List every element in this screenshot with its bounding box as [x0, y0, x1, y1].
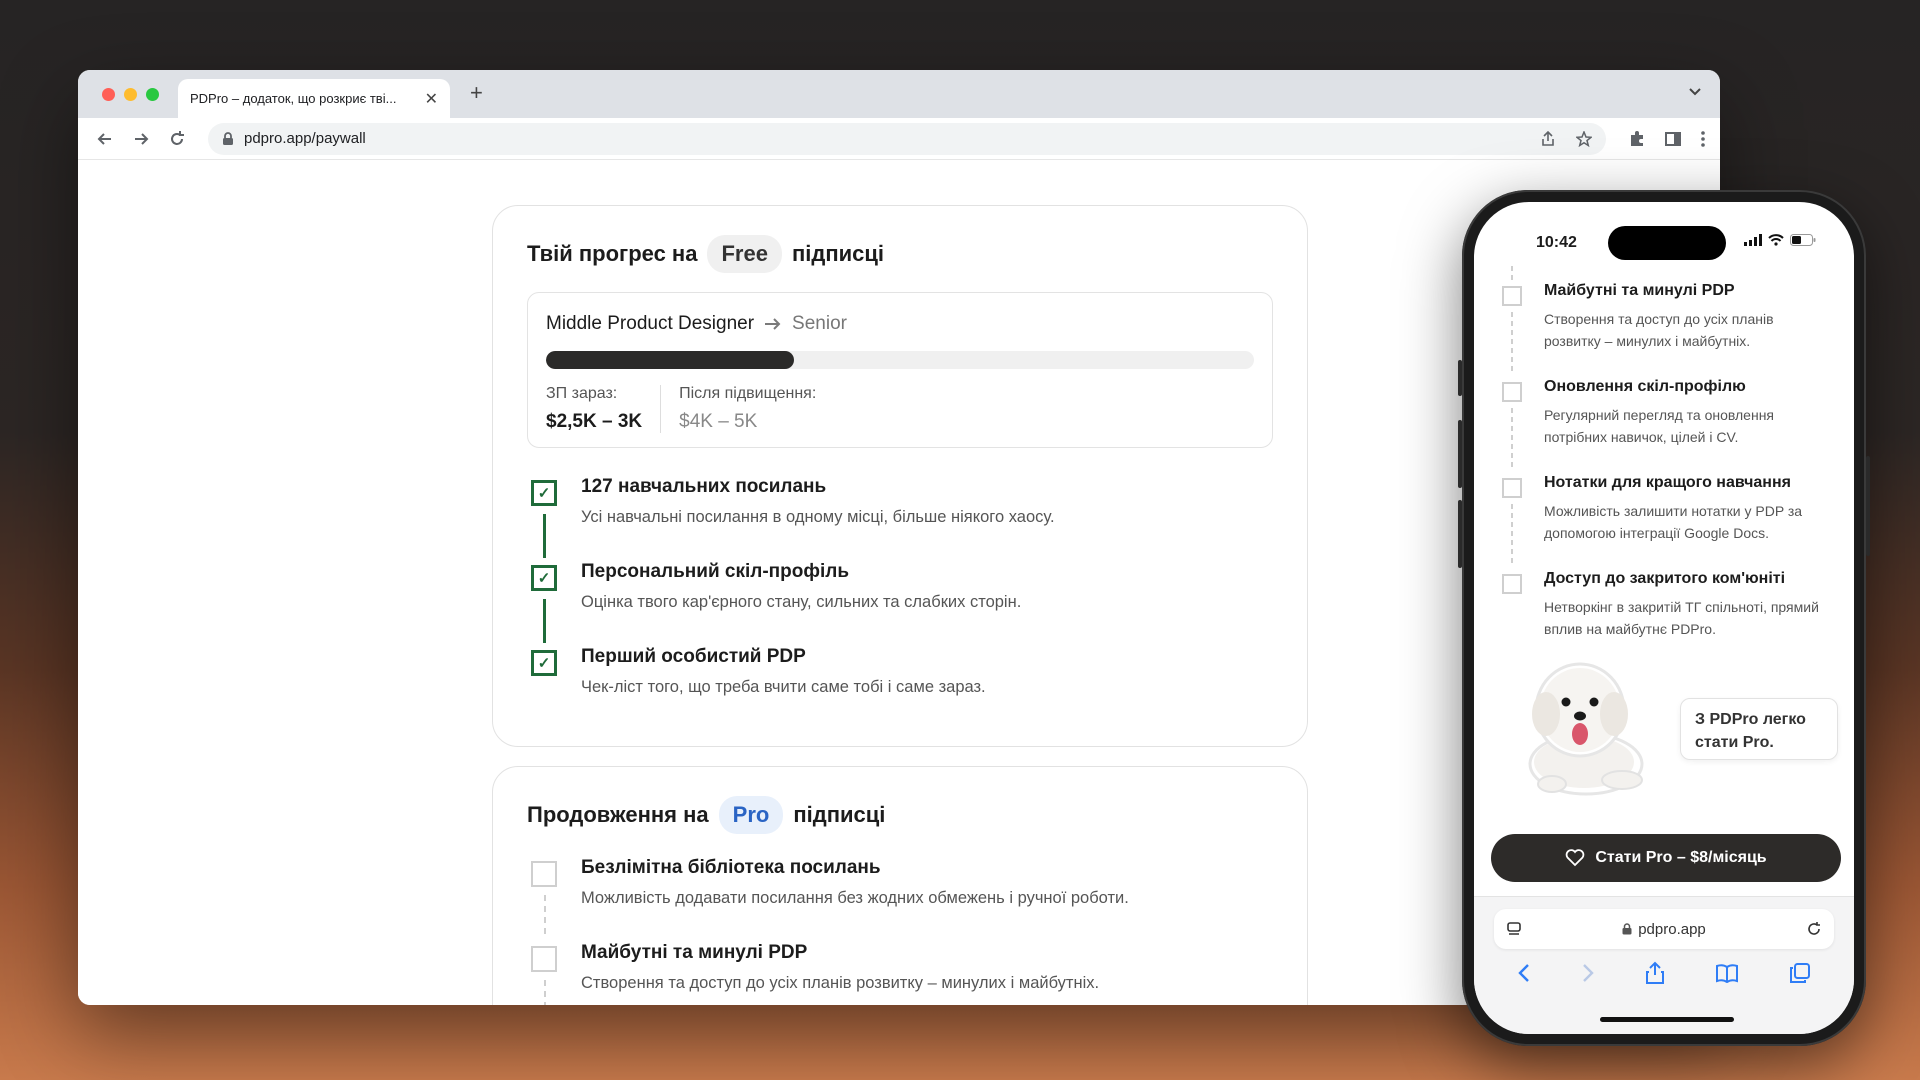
pro-continuation-card: Продовження на Pro підписці Безлімітна б…: [492, 766, 1308, 1005]
share-icon[interactable]: [1540, 130, 1556, 147]
dog-mascot-image: [1528, 662, 1644, 796]
status-bar: 10:42: [1474, 202, 1854, 260]
reload-icon[interactable]: [1806, 921, 1822, 937]
new-tab-icon[interactable]: +: [470, 80, 483, 106]
become-pro-button[interactable]: Стати Pro – $8/місяць: [1491, 834, 1841, 882]
browser-toolbar: pdpro.app/paywall: [78, 118, 1720, 160]
unchecked-checkbox-icon[interactable]: [531, 946, 557, 972]
pro-steps-list: Безлімітна бібліотека посилань Можливіст…: [527, 857, 1273, 1005]
safari-toolbar: pdpro.app: [1474, 896, 1854, 1034]
maximize-window-button[interactable]: [146, 88, 159, 101]
tab-active[interactable]: PDPro – додаток, що розкриє тві... ✕: [178, 79, 450, 118]
list-item: Нотатки для кращого навчання Можливість …: [1474, 474, 1854, 570]
list-item: ✓ Персональний скіл-профіль Оцінка твого…: [527, 561, 1273, 646]
phone-volume-down-button: [1458, 500, 1462, 568]
tabs-icon[interactable]: [1789, 961, 1811, 985]
lock-icon: [1622, 923, 1632, 935]
tab-title: PDPro – додаток, що розкриє тві...: [190, 91, 397, 106]
career-progress-fill: [546, 351, 794, 369]
phone-action-button: [1458, 360, 1462, 396]
dashed-connector: [1511, 408, 1513, 470]
status-time: 10:42: [1536, 234, 1577, 251]
free-card-title: Твій прогрес на Free підписці: [527, 234, 1273, 274]
url-text: pdpro.app/paywall: [244, 130, 366, 147]
page-menu-icon[interactable]: [1506, 921, 1522, 937]
home-indicator: [1600, 1017, 1734, 1022]
phone-pro-steps-list: Майбутні та минулі PDP Створення та дост…: [1474, 266, 1854, 666]
unchecked-checkbox-icon[interactable]: [531, 861, 557, 887]
phone-volume-up-button: [1458, 420, 1462, 488]
list-item: ✓ Перший особистий PDP Чек-ліст того, що…: [527, 646, 1273, 731]
list-item: ✓ 127 навчальних посилань Усі навчальні …: [527, 476, 1273, 561]
tab-bar: PDPro – додаток, що розкриє тві... ✕ +: [78, 70, 1720, 118]
dashed-connector: [1511, 504, 1513, 566]
extensions-icon[interactable]: [1628, 130, 1646, 148]
wifi-icon: [1768, 234, 1784, 246]
window-controls: [102, 88, 159, 101]
unchecked-checkbox-icon[interactable]: [1502, 478, 1522, 498]
salary-after-label: Після підвищення:: [679, 385, 817, 402]
checked-checkbox-icon[interactable]: ✓: [531, 480, 557, 506]
back-icon[interactable]: [1517, 961, 1531, 985]
reload-icon[interactable]: [164, 126, 190, 152]
safari-url-text: pdpro.app: [1638, 920, 1706, 938]
arrow-right-icon: [764, 317, 782, 331]
back-icon[interactable]: [92, 126, 118, 152]
safari-nav-bar: [1474, 961, 1854, 985]
lock-icon: [222, 131, 234, 146]
unchecked-checkbox-icon[interactable]: [1502, 382, 1522, 402]
heart-icon: [1565, 849, 1585, 867]
mascot-speech-bubble: З PDPro легко стати Pro.: [1680, 698, 1838, 760]
side-panel-icon[interactable]: [1664, 130, 1682, 148]
battery-icon: [1790, 234, 1816, 246]
forward-icon[interactable]: [128, 126, 154, 152]
free-plan-badge: Free: [707, 235, 782, 273]
close-window-button[interactable]: [102, 88, 115, 101]
dashed-connector: [544, 980, 546, 1005]
cellular-signal-icon: [1744, 234, 1762, 246]
list-item: Безлімітна бібліотека посилань Можливіст…: [527, 857, 1273, 942]
free-progress-card: Твій прогрес на Free підписці Middle Pro…: [492, 205, 1308, 747]
dashed-connector: [1511, 312, 1513, 374]
minimize-window-button[interactable]: [124, 88, 137, 101]
dashed-connector: [544, 895, 546, 939]
list-item: Майбутні та минулі PDP Створення та дост…: [1474, 266, 1854, 378]
salary-now-label: ЗП зараз:: [546, 385, 618, 402]
checked-checkbox-icon[interactable]: ✓: [531, 650, 557, 676]
free-steps-list: ✓ 127 навчальних посилань Усі навчальні …: [527, 476, 1273, 731]
career-progress-box: Middle Product Designer Senior ЗП зараз:…: [527, 292, 1273, 448]
iphone-mockup: 10:42 Майбутні та минулі PDP Створення т…: [1458, 190, 1870, 1046]
progress-connector: [543, 514, 546, 558]
status-icons: [1744, 234, 1816, 246]
unchecked-checkbox-icon[interactable]: [1502, 286, 1522, 306]
dynamic-island: [1608, 226, 1726, 260]
share-icon[interactable]: [1645, 961, 1665, 985]
phone-power-button: [1866, 456, 1870, 556]
pro-card-title: Продовження на Pro підписці: [527, 795, 1273, 835]
target-role: Senior: [792, 313, 847, 334]
career-progress-bar: [546, 351, 1254, 369]
more-menu-icon[interactable]: [1700, 130, 1706, 148]
salary-after-value: $4K – 5K: [679, 411, 758, 432]
checked-checkbox-icon[interactable]: ✓: [531, 565, 557, 591]
tab-close-icon[interactable]: ✕: [425, 89, 438, 109]
unchecked-checkbox-icon[interactable]: [1502, 574, 1522, 594]
progress-connector: [543, 599, 546, 643]
address-bar[interactable]: pdpro.app/paywall: [208, 122, 1606, 155]
phone-screen: 10:42 Майбутні та минулі PDP Створення т…: [1474, 202, 1854, 1034]
list-item: Оновлення скіл-профілю Регулярний перегл…: [1474, 378, 1854, 474]
safari-address-bar[interactable]: pdpro.app: [1494, 909, 1834, 949]
bookmark-star-icon[interactable]: [1576, 130, 1592, 147]
become-pro-label: Стати Pro – $8/місяць: [1595, 849, 1767, 866]
current-role: Middle Product Designer: [546, 313, 755, 334]
dashed-connector: [1511, 266, 1513, 280]
salary-now-value: $2,5K – 3K: [546, 411, 643, 432]
forward-icon[interactable]: [1581, 961, 1595, 985]
bookmarks-icon[interactable]: [1715, 961, 1739, 985]
tab-search-chevron-icon[interactable]: [1688, 84, 1702, 100]
pro-plan-badge: Pro: [718, 796, 784, 834]
list-item: Майбутні та минулі PDP Створення та дост…: [527, 942, 1273, 1005]
